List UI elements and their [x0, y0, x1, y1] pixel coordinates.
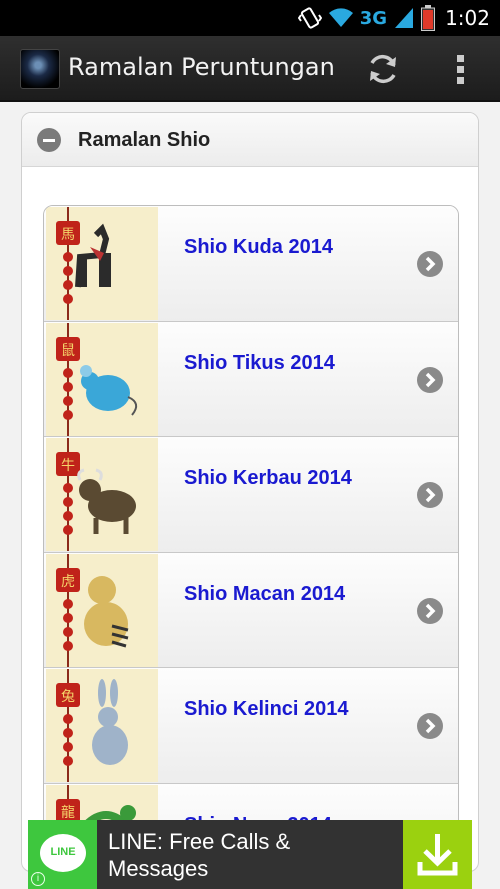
shio-list: 馬 Shio Kuda 2014 鼠 Shio Tikus 2014 牛 Shio Ker… [43, 205, 459, 871]
download-button[interactable] [403, 820, 472, 889]
rabbit-icon [92, 679, 128, 765]
refresh-button[interactable] [364, 50, 402, 88]
chevron-right-icon[interactable] [417, 251, 443, 277]
lantern-glyph: 牛 [61, 458, 75, 474]
panel-header[interactable]: Ramalan Shio [22, 113, 478, 167]
tiger-icon [84, 575, 129, 647]
wifi-icon [328, 8, 353, 27]
chevron-right-icon[interactable] [417, 366, 443, 393]
app-logo-icon[interactable] [20, 49, 60, 89]
vibrate-icon [297, 7, 322, 29]
lantern-glyph: 馬 [61, 227, 75, 243]
shio-thumbnail: 兔 [46, 669, 158, 782]
shio-thumbnail: 鼠 [46, 322, 158, 436]
collapse-minus-icon[interactable] [37, 128, 61, 152]
chevron-right-icon[interactable] [417, 482, 443, 508]
shio-panel: Ramalan Shio 馬 Shio Kuda 2014 鼠 Shio Tikus … [21, 112, 479, 872]
download-icon [417, 834, 458, 876]
lantern-glyph: 兔 [61, 689, 75, 705]
list-item[interactable]: 馬 Shio Kuda 2014 [44, 206, 458, 322]
shio-link[interactable]: Shio Macan 2014 [184, 583, 345, 606]
battery-icon [421, 5, 436, 31]
list-item[interactable]: 兔 Shio Kelinci 2014 [44, 668, 458, 784]
overflow-menu-button[interactable] [446, 50, 476, 88]
horse-icon [75, 223, 111, 288]
action-bar: Ramalan Peruntungan [0, 36, 500, 102]
status-bar: 3G 1:02 [0, 0, 500, 36]
ad-banner[interactable]: LINE i LINE: Free Calls & Messages [28, 820, 472, 889]
rat-icon [80, 364, 138, 416]
lantern-glyph: 鼠 [61, 343, 75, 359]
clock: 1:02 [445, 6, 490, 30]
chevron-right-icon[interactable] [417, 713, 443, 739]
ad-info-icon[interactable]: i [31, 872, 45, 886]
list-item[interactable]: 牛 Shio Kerbau 2014 [44, 437, 458, 553]
shio-link[interactable]: Shio Tikus 2014 [184, 352, 335, 375]
shio-link[interactable]: Shio Kerbau 2014 [184, 467, 352, 490]
shio-link[interactable]: Shio Kelinci 2014 [184, 698, 349, 721]
list-item[interactable]: 虎 Shio Macan 2014 [44, 552, 458, 668]
panel-title: Ramalan Shio [78, 129, 211, 151]
lantern-glyph: 虎 [61, 574, 75, 590]
ad-logo-text: LINE [50, 846, 76, 858]
lantern-glyph: 龍 [61, 804, 75, 821]
shio-thumbnail: 牛 [46, 438, 158, 551]
line-logo-icon: LINE i [28, 820, 97, 889]
app-title: Ramalan Peruntungan [68, 53, 335, 81]
shio-thumbnail: 虎 [46, 553, 158, 667]
shio-link[interactable]: Shio Kuda 2014 [184, 236, 333, 259]
shio-thumbnail: 馬 [46, 207, 158, 320]
chevron-right-icon[interactable] [417, 597, 443, 624]
list-item[interactable]: 鼠 Shio Tikus 2014 [44, 321, 458, 437]
ad-text: LINE: Free Calls & Messages [108, 829, 291, 881]
ox-icon [77, 468, 136, 534]
signal-icon [395, 8, 414, 28]
network-type: 3G [359, 7, 388, 29]
overflow-menu-icon [457, 55, 464, 84]
refresh-icon [370, 54, 396, 84]
